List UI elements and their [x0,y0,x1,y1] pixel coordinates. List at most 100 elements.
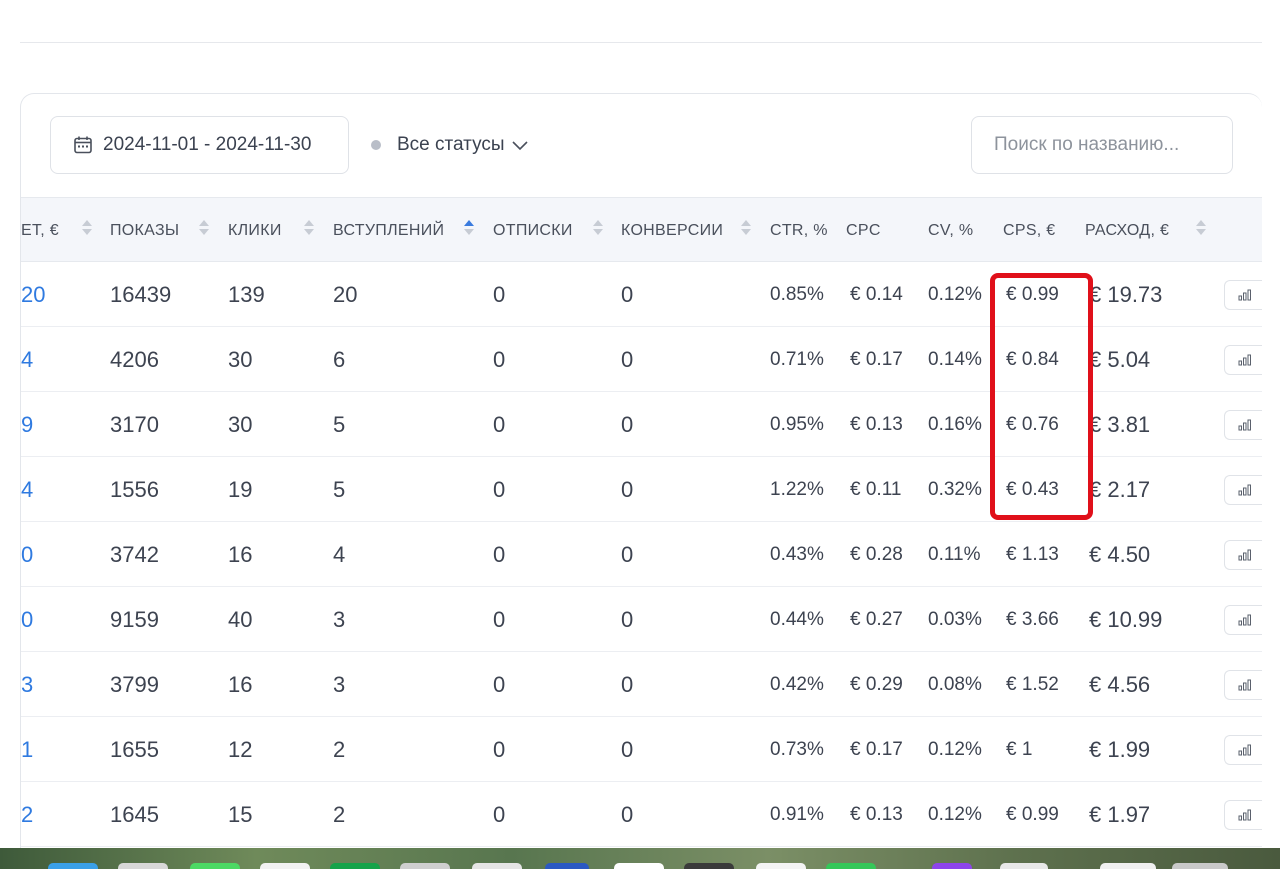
row-stats-button[interactable] [1224,800,1262,830]
row-stats-button[interactable] [1224,540,1262,570]
cell-ctr: 0.91% [770,803,824,825]
row-stats-button[interactable] [1224,475,1262,505]
sort-icon[interactable] [741,220,751,238]
cell-clicks: 30 [228,346,253,372]
cell-budget[interactable]: 4 [21,327,33,392]
cell-joins: 5 [333,476,346,502]
col-cpc-label: CPC [846,221,881,239]
dock-app-icon[interactable] [1000,863,1048,869]
dock-app-icon[interactable] [545,863,589,869]
cell-budget[interactable]: 9 [21,392,33,457]
cell-spend: € 4.50 [1089,541,1151,567]
cell-joins: 2 [333,801,346,827]
col-cpc: CPC [846,198,881,263]
dock-app-icon[interactable] [684,863,734,869]
cell-unsubs: 0 [493,671,506,697]
cell-conversions: 0 [621,541,634,567]
cell-spend: € 1.99 [1089,736,1151,762]
date-range-picker[interactable]: 2024-11-01 - 2024-11-30 [50,116,349,174]
col-cps-label: CPS, € [1003,221,1056,239]
dock-app-icon[interactable] [756,863,806,869]
cell-cv: 0.16% [928,413,982,435]
top-divider [20,42,1262,43]
dock-app-icon[interactable] [1100,863,1156,869]
cell-budget[interactable]: 20 [21,262,45,327]
col-conversions[interactable]: КОНВЕРСИИ [621,198,723,263]
sort-icon[interactable] [304,220,314,238]
dock-app-icon[interactable] [1172,863,1228,869]
col-spend[interactable]: РАСХОД, € [1085,198,1169,263]
cell-conversions: 0 [621,411,634,437]
cell-spend: € 10.99 [1089,606,1163,632]
dock-app-icon[interactable] [330,863,380,869]
cell-conversions: 0 [621,606,634,632]
status-filter-dropdown[interactable]: Все статусы [371,130,529,160]
col-clicks[interactable]: КЛИКИ [228,198,282,263]
cell-cv: 0.12% [928,283,982,305]
cell-cpc: € 0.17 [850,738,903,760]
cell-unsubs: 0 [493,736,506,762]
dock-app-icon[interactable] [614,863,664,869]
table-row: 0 9159 40 3 0 0 0.44% € 0.27 0.03% € 3.66 € 10.99 [21,587,1262,652]
dock-app-icon[interactable] [48,863,98,869]
row-stats-button[interactable] [1224,410,1262,440]
cell-spend: € 3.81 [1089,411,1151,437]
cell-spend: € 1.97 [1089,801,1151,827]
dock-app-icon[interactable] [400,863,450,869]
sort-icon[interactable] [199,220,209,238]
bar-chart-icon [1238,809,1251,821]
cell-joins: 4 [333,541,346,567]
table-row: 20 16439 139 20 0 0 0.85% € 0.14 0.12% € 0.99 € 19… [21,262,1262,327]
col-impressions[interactable]: ПОКАЗЫ [110,198,179,263]
row-stats-button[interactable] [1224,735,1262,765]
sort-icon[interactable] [593,220,603,238]
cell-joins: 5 [333,411,346,437]
cell-joins: 2 [333,736,346,762]
sort-asc-icon[interactable] [464,220,474,238]
cell-ctr: 1.22% [770,478,824,500]
cell-impressions: 1655 [110,736,159,762]
sort-icon[interactable] [82,220,92,238]
row-stats-button[interactable] [1224,605,1262,635]
cell-unsubs: 0 [493,281,506,307]
dock-app-icon[interactable] [260,863,310,869]
sort-icon[interactable] [1196,220,1206,238]
table-header: ЕТ, € ПОКАЗЫ КЛИКИ ВСТУПЛЕНИЙ ОТПИСКИ КО… [21,197,1262,262]
cell-cps: € 1.52 [1006,673,1059,695]
cell-cpc: € 0.27 [850,608,903,630]
dock-app-icon[interactable] [118,863,168,869]
cell-budget[interactable]: 1 [21,717,33,782]
dock-app-icon[interactable] [932,863,972,869]
cell-budget[interactable]: 2 [21,782,33,847]
col-budget[interactable]: ЕТ, € [21,198,59,263]
col-joins[interactable]: ВСТУПЛЕНИЙ [333,198,444,263]
cell-budget[interactable]: 0 [21,522,33,587]
col-cv: CV, % [928,198,973,263]
bar-chart-icon [1238,744,1251,756]
cell-cpc: € 0.17 [850,348,903,370]
cell-unsubs: 0 [493,346,506,372]
dock-app-icon[interactable] [190,863,240,869]
cell-clicks: 15 [228,801,253,827]
row-stats-button[interactable] [1224,345,1262,375]
cell-unsubs: 0 [493,411,506,437]
col-unsubs[interactable]: ОТПИСКИ [493,198,573,263]
cell-spend: € 19.73 [1089,281,1163,307]
row-stats-button[interactable] [1224,280,1262,310]
cell-conversions: 0 [621,281,634,307]
cell-budget[interactable]: 4 [21,457,33,522]
cell-budget[interactable]: 0 [21,587,33,652]
cell-cps: € 0.43 [1006,478,1059,500]
cell-unsubs: 0 [493,606,506,632]
table-row: 9 3170 30 5 0 0 0.95% € 0.13 0.16% € 0.76 € 3.81 [21,392,1262,457]
search-input[interactable] [971,116,1233,174]
dock-app-icon[interactable] [472,863,522,869]
cell-unsubs: 0 [493,541,506,567]
row-stats-button[interactable] [1224,670,1262,700]
cell-impressions: 1645 [110,801,159,827]
dock-app-icon[interactable] [826,863,876,869]
bar-chart-icon [1238,679,1251,691]
cell-cps: € 3.66 [1006,608,1059,630]
cell-budget[interactable]: 3 [21,652,33,717]
cell-impressions: 9159 [110,606,159,632]
